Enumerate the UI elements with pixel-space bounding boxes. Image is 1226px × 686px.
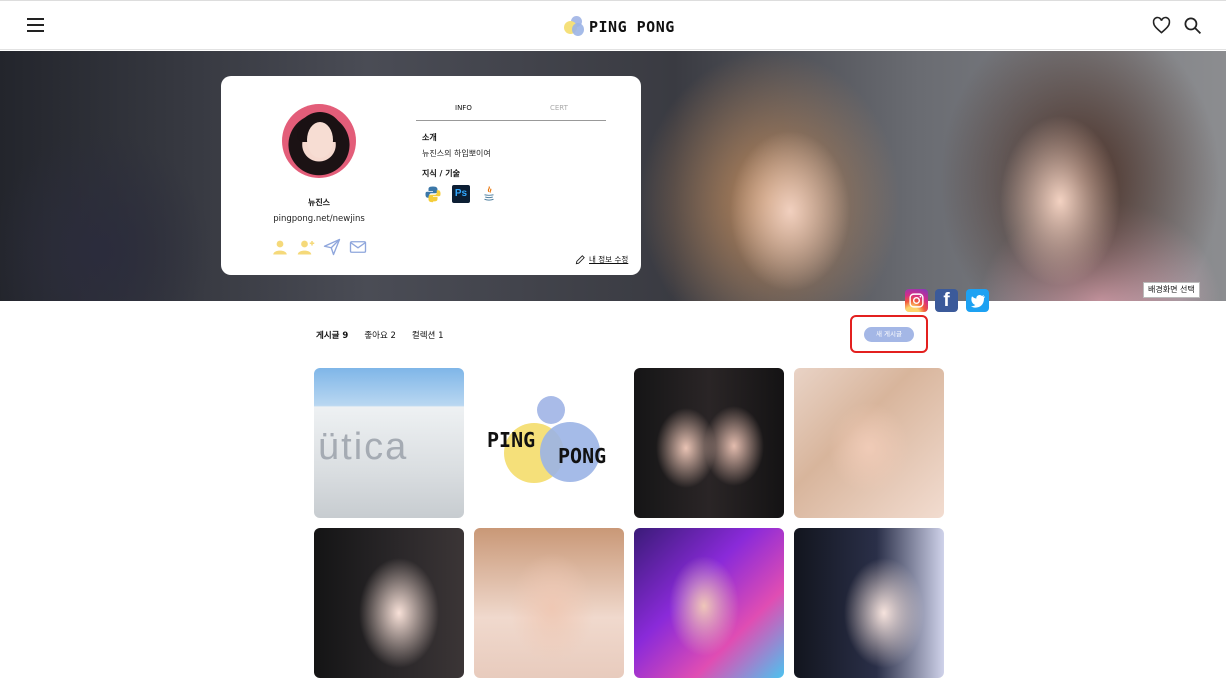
avatar xyxy=(282,104,356,178)
python-icon xyxy=(425,186,441,203)
post-thumbnail[interactable] xyxy=(794,528,944,678)
profile-url[interactable]: pingpong.net/newjins xyxy=(221,214,417,224)
post-thumbnail-text: ütica xyxy=(318,426,409,468)
profile-tabs: INFO CERT xyxy=(416,101,606,121)
post-thumbnail[interactable] xyxy=(634,528,784,678)
photoshop-icon: Ps xyxy=(452,185,470,203)
search-icon[interactable] xyxy=(1183,16,1202,35)
site-logo[interactable]: PING PONG xyxy=(563,14,675,40)
tab-cert[interactable]: CERT xyxy=(550,104,568,112)
profile-name: 뉴진스 xyxy=(307,198,331,207)
post-thumbnail[interactable] xyxy=(634,368,784,518)
post-logo-text-pong: PONG xyxy=(558,444,607,468)
profile-card: 뉴진스 pingpong.net/newjins INFO CERT 소개 뉴진… xyxy=(221,76,641,275)
tab-info[interactable]: INFO xyxy=(455,104,472,112)
select-background-button[interactable]: 배경화면 선택 xyxy=(1143,282,1200,298)
edit-info-link[interactable]: 내 정보 수정 xyxy=(575,254,628,265)
tab-likes[interactable]: 좋아요 2 xyxy=(364,329,396,341)
profile-stats: 게시글 9 좋아요 2 컬렉션 1 xyxy=(316,329,460,341)
pencil-icon xyxy=(575,255,585,265)
post-thumbnail[interactable] xyxy=(794,368,944,518)
profile-actions xyxy=(271,238,367,256)
logo-text: PING PONG xyxy=(589,18,675,36)
facebook-icon[interactable]: f xyxy=(935,289,958,312)
intro-label: 소개 xyxy=(422,133,437,142)
post-thumbnail[interactable]: PING PONG xyxy=(474,368,624,518)
post-thumbnail[interactable] xyxy=(474,528,624,678)
send-icon[interactable] xyxy=(323,238,341,256)
mail-icon[interactable] xyxy=(349,238,367,256)
new-post-button[interactable]: 새 게시글 xyxy=(864,327,914,342)
logo-mark-icon xyxy=(563,15,585,39)
person-icon[interactable] xyxy=(271,238,289,256)
twitter-icon[interactable] xyxy=(966,289,989,312)
intro-text: 뉴진스의 하입뽀이여 xyxy=(422,149,491,158)
person-add-icon[interactable] xyxy=(297,238,315,256)
skills-label: 지식 / 기술 xyxy=(422,169,460,178)
post-thumbnail[interactable] xyxy=(314,528,464,678)
post-thumbnail[interactable]: ütica xyxy=(314,368,464,518)
tab-posts[interactable]: 게시글 9 xyxy=(316,329,348,341)
hamburger-icon[interactable] xyxy=(27,18,44,32)
instagram-icon[interactable] xyxy=(905,289,928,312)
post-logo-text-ping: PING xyxy=(487,428,536,452)
tab-collections[interactable]: 컬렉션 1 xyxy=(412,329,444,341)
heart-icon[interactable] xyxy=(1152,16,1171,35)
edit-info-label: 내 정보 수정 xyxy=(589,255,629,264)
top-navbar: PING PONG xyxy=(0,0,1226,50)
java-icon xyxy=(484,186,494,201)
